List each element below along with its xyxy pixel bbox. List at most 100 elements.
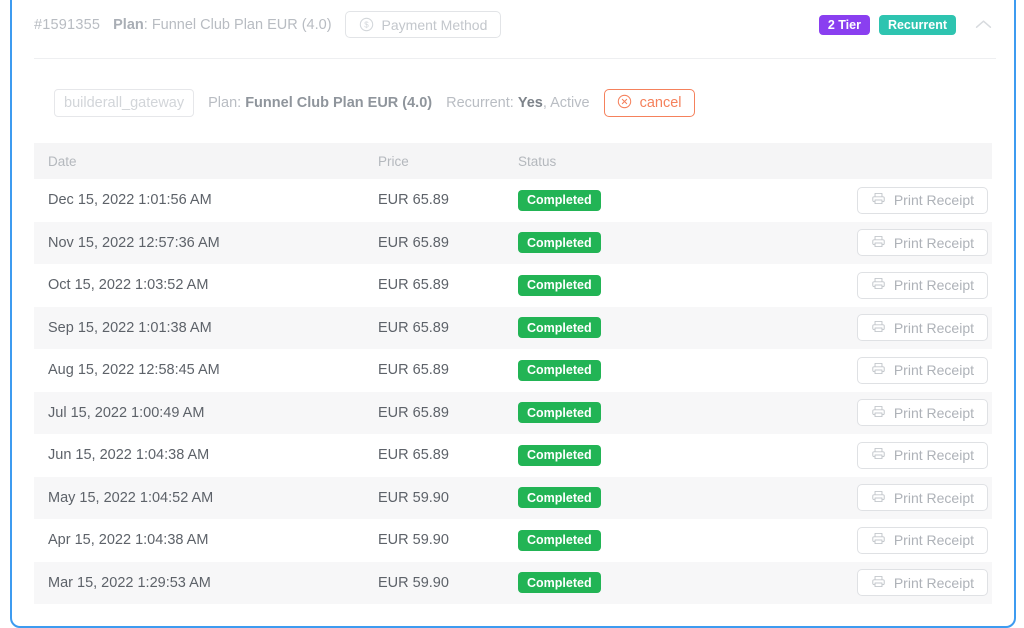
payments-table: Date Price Status Dec 15, 2022 1:01:56 A… (34, 143, 992, 604)
cell-action: Print Receipt (759, 306, 992, 349)
print-receipt-label: Print Receipt (893, 234, 974, 251)
printer-icon (871, 531, 886, 549)
print-receipt-button[interactable]: Print Receipt (856, 484, 988, 512)
print-receipt-label: Print Receipt (893, 489, 974, 506)
printer-icon (871, 191, 886, 209)
chevron-up-icon[interactable] (970, 12, 996, 38)
print-receipt-label: Print Receipt (893, 404, 974, 421)
cell-status: Completed (504, 221, 759, 264)
cell-action: Print Receipt (759, 349, 992, 392)
cell-status: Completed (504, 561, 759, 604)
cell-price: EUR 59.90 (364, 476, 504, 519)
print-receipt-button[interactable]: Print Receipt (856, 356, 988, 384)
cell-price: EUR 59.90 (364, 561, 504, 604)
cell-date: May 15, 2022 1:04:52 AM (34, 476, 364, 519)
tier-badge[interactable]: 2 Tier (818, 14, 870, 35)
printer-icon (871, 574, 886, 592)
cell-action: Print Receipt (759, 221, 992, 264)
print-receipt-label: Print Receipt (893, 192, 974, 209)
header-plan-text: Plan: Funnel Club Plan EUR (4.0) (113, 17, 331, 33)
cell-date: Oct 15, 2022 1:03:52 AM (34, 264, 364, 307)
print-receipt-button[interactable]: Print Receipt (856, 314, 988, 342)
cell-date: Aug 15, 2022 12:58:45 AM (34, 349, 364, 392)
table-row: Dec 15, 2022 1:01:56 AM EUR 65.89 Complete… (34, 179, 992, 222)
cell-date: Mar 15, 2022 1:29:53 AM (34, 561, 364, 604)
cell-price: EUR 65.89 (364, 349, 504, 392)
table-row: Sep 15, 2022 1:01:38 AM EUR 65.89 Complete… (34, 306, 992, 349)
printer-icon (871, 361, 886, 379)
print-receipt-button[interactable]: Print Receipt (856, 569, 988, 597)
subscription-recurrent-value: Yes (517, 95, 543, 111)
table-row: Jul 15, 2022 1:00:49 AM EUR 65.89 Complete… (34, 391, 992, 434)
printer-icon (871, 276, 886, 294)
print-receipt-button[interactable]: Print Receipt (856, 441, 988, 469)
table-row: Nov 15, 2022 12:57:36 AM EUR 65.89 Complet… (34, 221, 992, 264)
print-receipt-button[interactable]: Print Receipt (856, 186, 988, 214)
print-receipt-label: Print Receipt (893, 319, 974, 336)
cell-action: Print Receipt (759, 264, 992, 307)
header-plan-sep: : (143, 16, 152, 33)
print-receipt-button[interactable]: Print Receipt (856, 526, 988, 554)
cell-date: Apr 15, 2022 1:04:38 AM (34, 519, 364, 562)
status-badge: Completed (518, 487, 601, 509)
status-badge: Completed (518, 572, 601, 594)
order-id: #1591355 (34, 16, 101, 33)
subscription-plan-label: Plan: (208, 95, 246, 111)
svg-text:$: $ (364, 21, 369, 30)
cell-price: EUR 65.89 (364, 306, 504, 349)
column-header-status[interactable]: Status (504, 143, 759, 179)
print-receipt-label: Print Receipt (893, 447, 974, 464)
cell-status: Completed (504, 179, 759, 222)
gateway-field[interactable]: builderall_gateway (54, 89, 195, 117)
dollar-circle-icon: $ (359, 17, 374, 32)
table-header-row: Date Price Status (34, 143, 992, 179)
print-receipt-label: Print Receipt (893, 532, 974, 549)
table-head: Date Price Status (34, 143, 992, 179)
table-row: Aug 15, 2022 12:58:45 AM EUR 65.89 Complet… (34, 349, 992, 392)
subscription-info-row: builderall_gateway Plan: Funnel Club Pla… (12, 59, 1014, 127)
table-body: Dec 15, 2022 1:01:56 AM EUR 65.89 Complete… (34, 179, 992, 604)
printer-icon (871, 446, 886, 464)
status-badge: Completed (518, 189, 601, 211)
header-plan-label: Plan (113, 16, 144, 33)
table-row: Apr 15, 2022 1:04:38 AM EUR 59.90 Complete… (34, 519, 992, 562)
table-row: May 15, 2022 1:04:52 AM EUR 59.90 Complete… (34, 476, 992, 519)
cell-action: Print Receipt (759, 391, 992, 434)
print-receipt-button[interactable]: Print Receipt (856, 399, 988, 427)
cell-action: Print Receipt (759, 476, 992, 519)
status-badge: Completed (518, 274, 601, 296)
cell-price: EUR 65.89 (364, 391, 504, 434)
subscription-plan-text: Plan: Funnel Club Plan EUR (4.0) (208, 95, 432, 111)
printer-icon (871, 489, 886, 507)
cell-status: Completed (504, 264, 759, 307)
cell-action: Print Receipt (759, 561, 992, 604)
cell-price: EUR 65.89 (364, 179, 504, 222)
print-receipt-label: Print Receipt (893, 574, 974, 591)
status-badge: Completed (518, 444, 601, 466)
cell-status: Completed (504, 476, 759, 519)
status-badge: Completed (518, 317, 601, 339)
status-badge: Completed (518, 402, 601, 424)
table-row: Oct 15, 2022 1:03:52 AM EUR 65.89 Complete… (34, 264, 992, 307)
cell-date: Jun 15, 2022 1:04:38 AM (34, 434, 364, 477)
recurrent-badge[interactable]: Recurrent (878, 14, 956, 35)
column-header-date[interactable]: Date (34, 143, 364, 179)
table-row: Mar 15, 2022 1:29:53 AM EUR 59.90 Complete… (34, 561, 992, 604)
cell-date: Jul 15, 2022 1:00:49 AM (34, 391, 364, 434)
header-right-group: 2 Tier Recurrent (818, 12, 996, 38)
status-badge: Completed (518, 232, 601, 254)
print-receipt-button[interactable]: Print Receipt (856, 271, 988, 299)
subscription-card: #1591355 Plan: Funnel Club Plan EUR (4.0… (10, 0, 1016, 628)
table-row: Jun 15, 2022 1:04:38 AM EUR 65.89 Complete… (34, 434, 992, 477)
subscription-recurrent-label: Recurrent: (446, 95, 518, 111)
cancel-label: cancel (639, 95, 682, 111)
cell-action: Print Receipt (759, 519, 992, 562)
print-receipt-button[interactable]: Print Receipt (856, 229, 988, 257)
cell-status: Completed (504, 391, 759, 434)
column-header-price[interactable]: Price (364, 143, 504, 179)
payment-method-label: Payment Method (381, 16, 488, 33)
payment-method-button[interactable]: $ Payment Method (344, 11, 502, 38)
cancel-button[interactable]: cancel (603, 89, 695, 117)
subscription-recurrent-text: Recurrent: Yes, Active (446, 95, 589, 111)
print-receipt-label: Print Receipt (893, 362, 974, 379)
